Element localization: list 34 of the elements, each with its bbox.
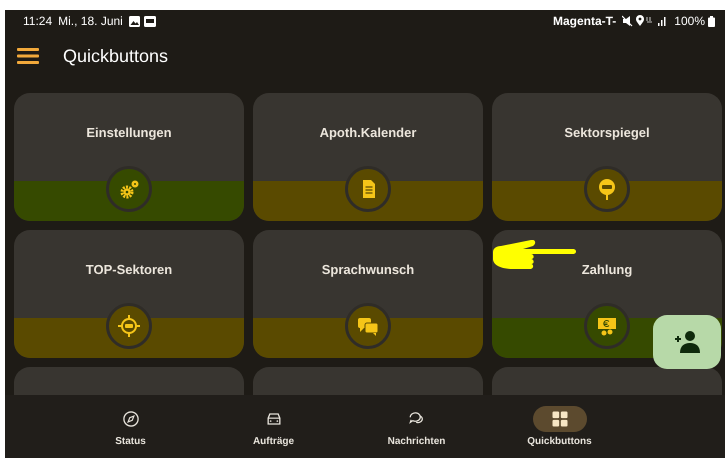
tile-label: Sektorspiegel <box>564 125 650 140</box>
app-title: Quickbuttons <box>63 46 168 66</box>
carrier-name: Magenta-T- <box>552 14 616 28</box>
chat-bubbles-icon <box>345 303 391 349</box>
crosshair-icon <box>106 303 152 349</box>
gears-icon <box>106 166 152 212</box>
menu-icon[interactable] <box>17 48 39 64</box>
nav-tab[interactable]: Nachrichten <box>345 395 488 458</box>
nav-tab[interactable]: Aufträge <box>202 395 345 458</box>
clock: 11:24 <box>23 14 52 28</box>
nav-tab[interactable]: Status <box>59 395 202 458</box>
banknote-icon <box>584 303 630 349</box>
tile-label: Einstellungen <box>86 125 172 140</box>
tile-label: Apoth.Kalender <box>320 125 416 140</box>
battery-percentage: 100% <box>674 14 705 28</box>
notification-icons <box>128 16 157 26</box>
tile-label: TOP-Sektoren <box>86 262 172 277</box>
battery-icon <box>708 16 715 26</box>
nav-tab[interactable]: Quickbuttons <box>488 395 631 458</box>
map-pin-icon <box>584 166 630 212</box>
add-person-button[interactable] <box>653 315 721 369</box>
document-icon <box>345 166 391 212</box>
tile-label: Sprachwunsch <box>322 262 414 277</box>
quick-button-tile[interactable]: Sprachwunsch <box>253 230 483 358</box>
quick-button-tile[interactable]: Apoth.Kalender <box>253 93 483 221</box>
tile-label: Zahlung <box>582 262 632 277</box>
grid-icon <box>550 409 570 429</box>
quick-button-tile[interactable]: Sektorspiegel <box>492 93 722 221</box>
quick-button-tile[interactable]: TOP-Sektoren <box>14 230 244 358</box>
date: Mi., 18. Juni <box>58 14 123 28</box>
quick-button-tile[interactable]: Einstellungen <box>14 93 244 221</box>
compass-icon <box>120 409 140 429</box>
system-status-icons <box>622 15 668 27</box>
add-person-icon <box>673 330 701 354</box>
